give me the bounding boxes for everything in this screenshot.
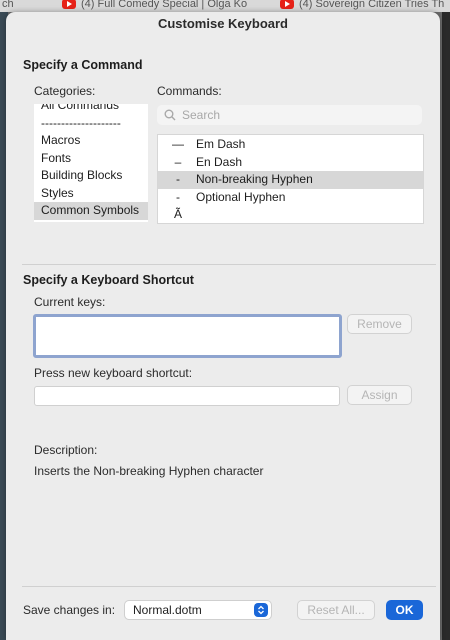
categories-list[interactable]: All Commands -------------------- Macros Fo…	[34, 104, 148, 222]
category-item[interactable]: Common Symbols	[34, 202, 148, 220]
commands-list[interactable]: — Em Dash – En Dash - Non-breaking Hyphen - Opt…	[157, 134, 424, 224]
command-item[interactable]: - Optional Hyphen	[158, 189, 423, 207]
categories-label: Categories:	[34, 84, 96, 98]
command-item[interactable]: — Em Dash	[158, 136, 423, 154]
command-label	[191, 206, 196, 223]
current-keys-label: Current keys:	[34, 295, 106, 309]
remove-button[interactable]: Remove	[347, 314, 412, 334]
description-label: Description:	[34, 443, 98, 457]
description-text: Inserts the Non-breaking Hyphen characte…	[34, 464, 264, 478]
reset-all-button[interactable]: Reset All...	[297, 600, 375, 620]
save-changes-in-value: Normal.dotm	[133, 603, 202, 617]
customise-keyboard-dialog: Customise Keyboard Specify a Command Cat…	[6, 12, 440, 640]
commands-search[interactable]: Search	[157, 105, 422, 125]
command-item[interactable]: - Non-breaking Hyphen	[158, 171, 423, 189]
save-changes-in-select[interactable]: Normal.dotm	[124, 600, 272, 620]
browser-tab[interactable]: ch	[2, 0, 14, 12]
search-placeholder: Search	[182, 108, 221, 122]
browser-tab-label: (4) Full Comedy Special | Olga Ko	[81, 0, 248, 10]
browser-tab[interactable]: (4) Full Comedy Special | Olga Ko	[62, 0, 247, 12]
search-icon	[164, 109, 176, 121]
command-symbol: -	[176, 172, 180, 186]
youtube-icon	[62, 0, 76, 9]
ok-button[interactable]: OK	[386, 600, 423, 620]
background-window-right	[442, 12, 450, 640]
category-item[interactable]: All Commands	[34, 104, 148, 115]
assign-button[interactable]: Assign	[347, 385, 412, 405]
save-changes-in-label: Save changes in:	[23, 603, 116, 617]
browser-tab-label: ch	[2, 0, 14, 10]
command-symbol: -	[176, 189, 180, 204]
browser-tab[interactable]: (4) Sovereign Citizen Tries Th	[280, 0, 444, 12]
command-symbol: –	[174, 154, 182, 169]
command-symbol: Ã	[173, 207, 182, 221]
category-item[interactable]: Building Blocks	[34, 167, 148, 185]
category-item[interactable]: Fonts	[34, 150, 148, 168]
specify-command-heading: Specify a Command	[23, 58, 143, 72]
browser-tab-label: (4) Sovereign Citizen Tries Th	[299, 0, 445, 10]
footer-divider	[22, 586, 436, 587]
dialog-title: Customise Keyboard	[157, 16, 289, 31]
command-label: En Dash	[196, 154, 243, 169]
press-shortcut-label: Press new keyboard shortcut:	[34, 366, 193, 380]
current-keys-list[interactable]	[33, 314, 342, 358]
browser-tab-strip: ch (4) Full Comedy Special | Olga Ko (4)…	[0, 0, 450, 12]
commands-label: Commands:	[157, 84, 222, 98]
command-label: Non-breaking Hyphen	[196, 172, 313, 186]
specify-shortcut-heading: Specify a Keyboard Shortcut	[23, 273, 194, 287]
command-label: Em Dash	[196, 137, 246, 151]
command-label: Optional Hyphen	[196, 189, 286, 204]
command-symbol: —	[172, 137, 184, 151]
category-item[interactable]: --------------------	[34, 115, 148, 133]
command-item[interactable]: Ã	[158, 206, 423, 223]
new-shortcut-input[interactable]	[34, 386, 340, 406]
category-item[interactable]: Macros	[34, 132, 148, 150]
chevron-updown-icon	[254, 603, 268, 617]
youtube-icon	[280, 0, 294, 9]
command-item[interactable]: – En Dash	[158, 154, 423, 172]
section-divider	[22, 264, 436, 265]
category-item[interactable]: Styles	[34, 185, 148, 203]
